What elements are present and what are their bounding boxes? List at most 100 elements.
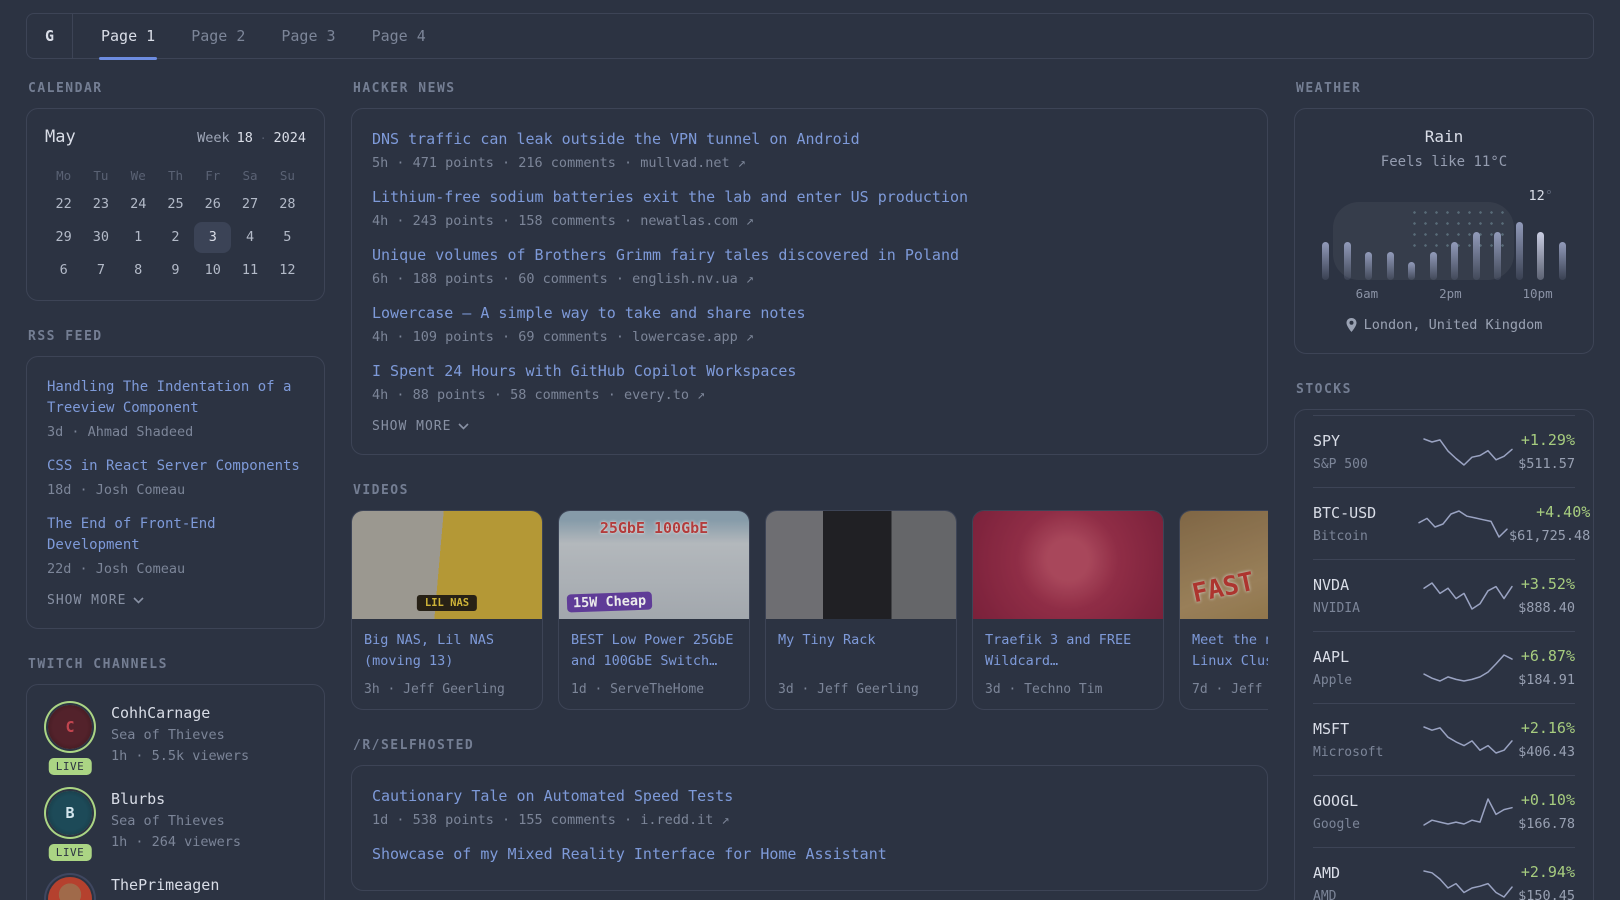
- video-title-link[interactable]: Big NAS, Lil NAS (moving 13): [364, 630, 530, 672]
- video-thumbnail[interactable]: LIL NAS: [352, 511, 542, 619]
- rss-item: The End of Front-End Development 22d · J…: [47, 514, 304, 577]
- channel-name[interactable]: Blurbs: [111, 789, 241, 810]
- rss-item-meta: 22d · Josh Comeau: [47, 561, 186, 577]
- hackernews-item-link[interactable]: Lithium-free sodium batteries exit the l…: [372, 187, 1247, 208]
- dashboard-page: G Page 1 Page 2 Page 3 Page 4 CALENDAR May …: [0, 0, 1620, 900]
- stock-sparkline: [1422, 437, 1513, 466]
- hackernews-item-link[interactable]: I Spent 24 Hours with GitHub Copilot Wor…: [372, 361, 1247, 382]
- stock-ticker[interactable]: GOOGL: [1313, 792, 1417, 810]
- rss-item-link[interactable]: CSS in React Server Components: [47, 456, 304, 477]
- page-tab-label: Page 4: [371, 27, 426, 45]
- video-thumbnail[interactable]: FAST: [1180, 511, 1268, 619]
- calendar-year: 2024: [273, 130, 306, 146]
- calendar-day: 11: [241, 262, 259, 278]
- twitch-channel-row[interactable]: B LIVE Blurbs Sea of Thieves 1h · 264 vi…: [45, 789, 306, 861]
- weekday-label: Su: [279, 168, 295, 183]
- weather-hourly-chart: 12°: [1315, 182, 1573, 280]
- rss-item-meta: 18d · Josh Comeau: [47, 482, 186, 498]
- video-card[interactable]: FAST Meet the newest Linux Cluster… 7d ·…: [1179, 510, 1268, 710]
- rss-show-more-button[interactable]: SHOW MORE: [47, 593, 304, 608]
- stock-company: AMD: [1313, 888, 1337, 900]
- twitch-channel-row[interactable]: C LIVE CohhCarnage Sea of Thieves 1h · 5…: [45, 703, 306, 775]
- hackernews-item-link[interactable]: DNS traffic can leak outside the VPN tun…: [372, 129, 1247, 150]
- stock-price: $511.57: [1518, 456, 1575, 472]
- channel-game: Sea of Thieves: [111, 727, 225, 743]
- stock-ticker[interactable]: BTC-USD: [1313, 504, 1417, 522]
- video-thumbnail[interactable]: [766, 511, 956, 619]
- stock-row[interactable]: GOOGL Google +0.10% $166.78: [1313, 775, 1575, 847]
- weekday-label: Sa: [242, 168, 258, 183]
- reddit-item-link[interactable]: Showcase of my Mixed Reality Interface f…: [372, 844, 1247, 865]
- hackernews-item-meta: 6h · 188 points · 60 comments · english.…: [372, 271, 755, 287]
- hackernews-item-link[interactable]: Lowercase – A simple way to take and sha…: [372, 303, 1247, 324]
- hackernews-item: Unique volumes of Brothers Grimm fairy t…: [372, 245, 1247, 287]
- temperature-bars: [1315, 218, 1573, 280]
- calendar-widget-title: CALENDAR: [28, 81, 103, 96]
- video-thumbnail[interactable]: 25GbE 100GbE 15W Cheap: [559, 511, 749, 619]
- stock-sparkline: [1422, 869, 1513, 898]
- stock-ticker[interactable]: MSFT: [1313, 720, 1417, 738]
- twitch-channel-list: C LIVE CohhCarnage Sea of Thieves 1h · 5…: [26, 684, 325, 900]
- calendar-day: 9: [171, 262, 180, 278]
- page-tab-label: Page 1: [101, 27, 156, 45]
- hackernews-show-more-button[interactable]: SHOW MORE: [372, 419, 1247, 434]
- calendar-day: 5: [283, 229, 292, 245]
- video-card[interactable]: My Tiny Rack 3d · Jeff Geerling: [765, 510, 957, 710]
- stock-row[interactable]: AAPL Apple +6.87% $184.91: [1313, 631, 1575, 703]
- stock-company: Bitcoin: [1313, 528, 1368, 544]
- stock-row[interactable]: AMD AMD +2.94% $150.45: [1313, 847, 1575, 900]
- video-meta: 3d · Jeff Geerling: [778, 682, 919, 697]
- stock-change-percent: +2.94%: [1520, 863, 1575, 881]
- stock-row[interactable]: BTC-USD Bitcoin +4.40% $61,725.48: [1313, 487, 1590, 559]
- hour-axis-labels: 6am 2pm 10pm: [1315, 286, 1573, 301]
- page-tab[interactable]: Page 4: [372, 14, 426, 58]
- hackernews-item-link[interactable]: Unique volumes of Brothers Grimm fairy t…: [372, 245, 1247, 266]
- channel-viewers: 1h · 264 viewers: [111, 834, 242, 850]
- stock-change-percent: +2.16%: [1520, 719, 1575, 737]
- page-tab[interactable]: Page 2: [191, 14, 245, 58]
- weekday-label: Fr: [205, 168, 221, 183]
- stock-price: $61,725.48: [1509, 528, 1591, 544]
- calendar-month: May: [45, 127, 76, 147]
- rss-item-link[interactable]: The End of Front-End Development: [47, 514, 304, 556]
- page-tab[interactable]: Page 1: [98, 14, 158, 60]
- channel-name[interactable]: CohhCarnage: [111, 703, 249, 724]
- video-card[interactable]: LIL NAS Big NAS, Lil NAS (moving 13) 3h …: [351, 510, 543, 710]
- stock-sparkline: [1422, 581, 1513, 610]
- reddit-item-link[interactable]: Cautionary Tale on Automated Speed Tests: [372, 786, 1247, 807]
- weather-feels-like: Feels like 11°C: [1380, 154, 1508, 170]
- calendar-day: 3: [194, 222, 232, 253]
- hour-label: [1315, 286, 1335, 301]
- stock-ticker[interactable]: AAPL: [1313, 648, 1417, 666]
- page-tab[interactable]: Page 3: [281, 14, 335, 58]
- thumbnail-overlay-text: FAST: [1189, 566, 1258, 610]
- video-title-link[interactable]: BEST Low Power 25GbE and 100GbE Switch…: [571, 630, 737, 672]
- page-tab-label: Page 3: [281, 27, 336, 45]
- video-card[interactable]: Traefik 3 and FREE Wildcard… 3d · Techno…: [972, 510, 1164, 710]
- page-tabs: Page 1 Page 2 Page 3 Page 4: [73, 14, 426, 60]
- hour-label: 2pm: [1439, 286, 1462, 301]
- video-thumbnail[interactable]: [973, 511, 1163, 619]
- hackernews-list: DNS traffic can leak outside the VPN tun…: [351, 108, 1268, 455]
- stock-sparkline: [1418, 509, 1508, 538]
- calendar-day: 22: [55, 196, 72, 212]
- video-title-link[interactable]: Traefik 3 and FREE Wildcard…: [985, 630, 1151, 672]
- stock-ticker[interactable]: SPY: [1313, 432, 1417, 450]
- video-title-link[interactable]: My Tiny Rack: [778, 630, 944, 651]
- stock-row[interactable]: MSFT Microsoft +2.16% $406.43: [1313, 703, 1575, 775]
- stock-ticker[interactable]: AMD: [1313, 864, 1417, 882]
- calendar-week-indicator: Week 18 · 2024: [197, 130, 306, 146]
- stock-row[interactable]: NVDA NVIDIA +3.52% $888.40: [1313, 559, 1575, 631]
- channel-name[interactable]: ThePrimeagen: [111, 875, 219, 896]
- video-card[interactable]: 25GbE 100GbE 15W Cheap BEST Low Power 25…: [558, 510, 750, 710]
- temperature-bar: [1408, 262, 1416, 280]
- temperature-bar: [1558, 242, 1566, 280]
- stock-ticker[interactable]: NVDA: [1313, 576, 1417, 594]
- video-card-row: LIL NAS Big NAS, Lil NAS (moving 13) 3h …: [351, 510, 1268, 710]
- rss-item-link[interactable]: Handling The Indentation of a Treeview C…: [47, 377, 304, 419]
- stock-price: $406.43: [1518, 744, 1575, 760]
- video-title-link[interactable]: Meet the newest Linux Cluster…: [1192, 630, 1268, 672]
- stock-row[interactable]: SPY S&P 500 +1.29% $511.57: [1313, 415, 1575, 487]
- twitch-channel-row[interactable]: LIVE ThePrimeagen: [45, 875, 306, 900]
- app-logo[interactable]: G: [27, 14, 73, 58]
